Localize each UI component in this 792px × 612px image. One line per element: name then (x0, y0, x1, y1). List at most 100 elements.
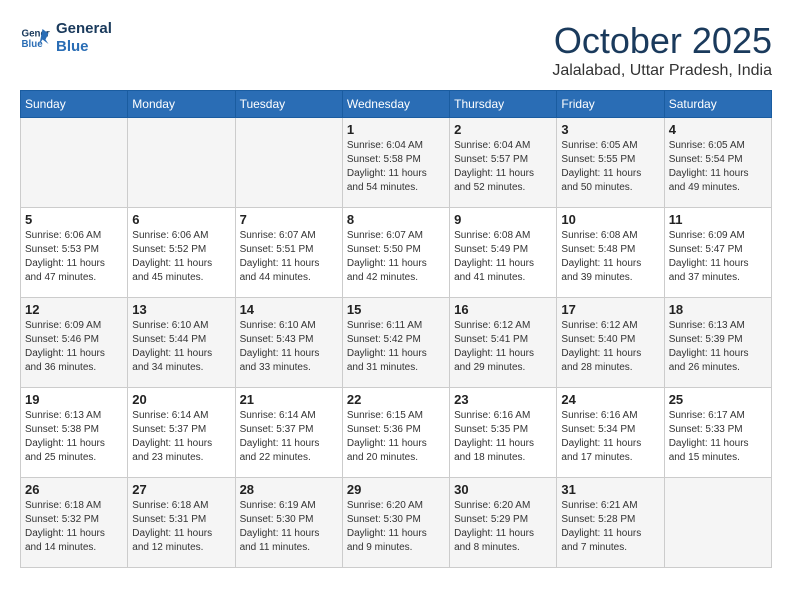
calendar-cell (21, 118, 128, 208)
day-info: Sunrise: 6:06 AMSunset: 5:52 PMDaylight:… (132, 229, 230, 285)
day-info: Sunrise: 6:20 AMSunset: 5:29 PMDaylight:… (454, 499, 552, 555)
calendar-cell: 6 Sunrise: 6:06 AMSunset: 5:52 PMDaylight… (128, 208, 235, 298)
day-number: 31 (561, 482, 659, 497)
day-number: 28 (240, 482, 338, 497)
day-number: 15 (347, 302, 445, 317)
day-number: 16 (454, 302, 552, 317)
day-number: 14 (240, 302, 338, 317)
calendar-cell: 8 Sunrise: 6:07 AMSunset: 5:50 PMDaylight… (342, 208, 449, 298)
day-info: Sunrise: 6:08 AMSunset: 5:48 PMDaylight:… (561, 229, 659, 285)
day-info: Sunrise: 6:18 AMSunset: 5:32 PMDaylight:… (25, 499, 123, 555)
day-number: 20 (132, 392, 230, 407)
day-info: Sunrise: 6:14 AMSunset: 5:37 PMDaylight:… (240, 409, 338, 465)
day-info: Sunrise: 6:11 AMSunset: 5:42 PMDaylight:… (347, 319, 445, 375)
day-info: Sunrise: 6:16 AMSunset: 5:34 PMDaylight:… (561, 409, 659, 465)
calendar-cell: 28 Sunrise: 6:19 AMSunset: 5:30 PMDayligh… (235, 478, 342, 568)
day-info: Sunrise: 6:07 AMSunset: 5:51 PMDaylight:… (240, 229, 338, 285)
day-number: 7 (240, 212, 338, 227)
day-number: 11 (669, 212, 767, 227)
day-number: 21 (240, 392, 338, 407)
weekday-header-sunday: Sunday (21, 91, 128, 118)
day-info: Sunrise: 6:15 AMSunset: 5:36 PMDaylight:… (347, 409, 445, 465)
weekday-header-thursday: Thursday (450, 91, 557, 118)
week-row-4: 19 Sunrise: 6:13 AMSunset: 5:38 PMDayligh… (21, 388, 772, 478)
day-number: 27 (132, 482, 230, 497)
day-info: Sunrise: 6:08 AMSunset: 5:49 PMDaylight:… (454, 229, 552, 285)
calendar-cell: 9 Sunrise: 6:08 AMSunset: 5:49 PMDaylight… (450, 208, 557, 298)
svg-text:Blue: Blue (22, 39, 44, 50)
day-number: 13 (132, 302, 230, 317)
day-info: Sunrise: 6:12 AMSunset: 5:41 PMDaylight:… (454, 319, 552, 375)
day-number: 9 (454, 212, 552, 227)
day-info: Sunrise: 6:13 AMSunset: 5:39 PMDaylight:… (669, 319, 767, 375)
day-number: 29 (347, 482, 445, 497)
calendar-cell: 29 Sunrise: 6:20 AMSunset: 5:30 PMDayligh… (342, 478, 449, 568)
location: Jalalabad, Uttar Pradesh, India (552, 62, 772, 80)
day-number: 26 (25, 482, 123, 497)
day-number: 3 (561, 122, 659, 137)
logo: General Blue General Blue (20, 20, 112, 56)
calendar-cell: 27 Sunrise: 6:18 AMSunset: 5:31 PMDayligh… (128, 478, 235, 568)
calendar-cell: 19 Sunrise: 6:13 AMSunset: 5:38 PMDayligh… (21, 388, 128, 478)
calendar-cell: 13 Sunrise: 6:10 AMSunset: 5:44 PMDayligh… (128, 298, 235, 388)
calendar-cell: 15 Sunrise: 6:11 AMSunset: 5:42 PMDayligh… (342, 298, 449, 388)
calendar: SundayMondayTuesdayWednesdayThursdayFrid… (20, 90, 772, 568)
day-number: 10 (561, 212, 659, 227)
day-info: Sunrise: 6:05 AMSunset: 5:55 PMDaylight:… (561, 139, 659, 195)
day-info: Sunrise: 6:04 AMSunset: 5:57 PMDaylight:… (454, 139, 552, 195)
month-title: October 2025 (552, 20, 772, 62)
calendar-cell: 5Sunrise: 6:06 AMSunset: 5:53 PMDaylight… (21, 208, 128, 298)
calendar-cell (128, 118, 235, 208)
day-number: 30 (454, 482, 552, 497)
day-number: 25 (669, 392, 767, 407)
weekday-header-row: SundayMondayTuesdayWednesdayThursdayFrid… (21, 91, 772, 118)
day-info: Sunrise: 6:14 AMSunset: 5:37 PMDaylight:… (132, 409, 230, 465)
day-number: 22 (347, 392, 445, 407)
calendar-cell: 20 Sunrise: 6:14 AMSunset: 5:37 PMDayligh… (128, 388, 235, 478)
weekday-header-wednesday: Wednesday (342, 91, 449, 118)
day-number: 2 (454, 122, 552, 137)
calendar-cell: 24 Sunrise: 6:16 AMSunset: 5:34 PMDayligh… (557, 388, 664, 478)
weekday-header-friday: Friday (557, 91, 664, 118)
calendar-cell: 30 Sunrise: 6:20 AMSunset: 5:29 PMDayligh… (450, 478, 557, 568)
logo-icon: General Blue (20, 23, 50, 53)
calendar-cell: 2 Sunrise: 6:04 AMSunset: 5:57 PMDaylight… (450, 118, 557, 208)
calendar-cell (664, 478, 771, 568)
calendar-cell: 12Sunrise: 6:09 AMSunset: 5:46 PMDayligh… (21, 298, 128, 388)
week-row-5: 26 Sunrise: 6:18 AMSunset: 5:32 PMDayligh… (21, 478, 772, 568)
day-info: Sunrise: 6:04 AMSunset: 5:58 PMDaylight:… (347, 139, 445, 195)
day-info: Sunrise: 6:10 AMSunset: 5:44 PMDaylight:… (132, 319, 230, 375)
calendar-cell: 22 Sunrise: 6:15 AMSunset: 5:36 PMDayligh… (342, 388, 449, 478)
calendar-cell: 23Sunrise: 6:16 AMSunset: 5:35 PMDayligh… (450, 388, 557, 478)
day-number: 4 (669, 122, 767, 137)
day-info: Sunrise: 6:21 AMSunset: 5:28 PMDaylight:… (561, 499, 659, 555)
day-info: Sunrise: 6:20 AMSunset: 5:30 PMDaylight:… (347, 499, 445, 555)
day-number: 8 (347, 212, 445, 227)
header: General Blue General Blue October 2025 J… (20, 20, 772, 80)
day-info: Sunrise: 6:06 AMSunset: 5:53 PMDaylight:… (25, 229, 123, 285)
calendar-cell: 3 Sunrise: 6:05 AMSunset: 5:55 PMDaylight… (557, 118, 664, 208)
day-number: 12 (25, 302, 123, 317)
calendar-cell: 21 Sunrise: 6:14 AMSunset: 5:37 PMDayligh… (235, 388, 342, 478)
title-area: October 2025 Jalalabad, Uttar Pradesh, I… (552, 20, 772, 80)
day-info: Sunrise: 6:18 AMSunset: 5:31 PMDaylight:… (132, 499, 230, 555)
day-info: Sunrise: 6:17 AMSunset: 5:33 PMDaylight:… (669, 409, 767, 465)
day-number: 19 (25, 392, 123, 407)
day-info: Sunrise: 6:19 AMSunset: 5:30 PMDaylight:… (240, 499, 338, 555)
day-number: 6 (132, 212, 230, 227)
calendar-cell: 11Sunrise: 6:09 AMSunset: 5:47 PMDayligh… (664, 208, 771, 298)
week-row-3: 12Sunrise: 6:09 AMSunset: 5:46 PMDayligh… (21, 298, 772, 388)
day-info: Sunrise: 6:13 AMSunset: 5:38 PMDaylight:… (25, 409, 123, 465)
calendar-cell: 14 Sunrise: 6:10 AMSunset: 5:43 PMDayligh… (235, 298, 342, 388)
day-number: 24 (561, 392, 659, 407)
week-row-2: 5Sunrise: 6:06 AMSunset: 5:53 PMDaylight… (21, 208, 772, 298)
day-info: Sunrise: 6:12 AMSunset: 5:40 PMDaylight:… (561, 319, 659, 375)
day-info: Sunrise: 6:10 AMSunset: 5:43 PMDaylight:… (240, 319, 338, 375)
calendar-cell: 26 Sunrise: 6:18 AMSunset: 5:32 PMDayligh… (21, 478, 128, 568)
calendar-cell: 16 Sunrise: 6:12 AMSunset: 5:41 PMDayligh… (450, 298, 557, 388)
weekday-header-monday: Monday (128, 91, 235, 118)
logo-general: General (56, 20, 112, 38)
logo-blue: Blue (56, 38, 112, 56)
day-info: Sunrise: 6:07 AMSunset: 5:50 PMDaylight:… (347, 229, 445, 285)
calendar-cell (235, 118, 342, 208)
